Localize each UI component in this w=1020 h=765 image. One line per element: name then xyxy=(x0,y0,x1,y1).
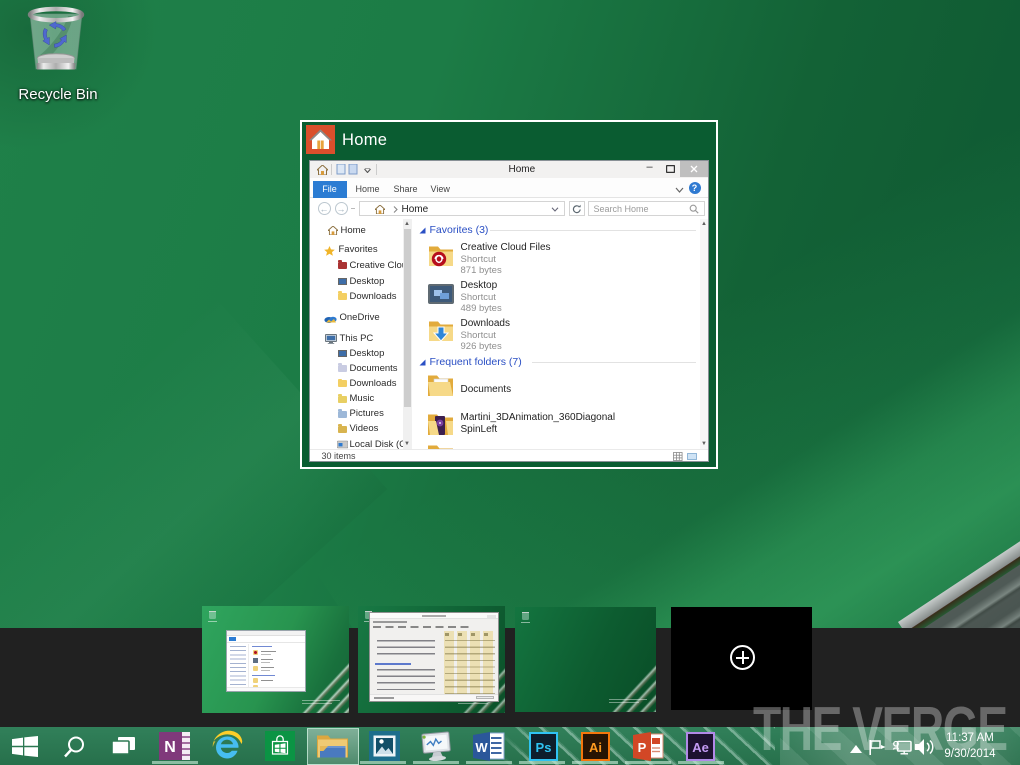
svg-text:Ae: Ae xyxy=(692,740,709,755)
svg-text:N: N xyxy=(164,739,176,756)
svg-text:Ai: Ai xyxy=(589,740,602,755)
svg-text:W: W xyxy=(475,740,488,755)
svg-text:Ps: Ps xyxy=(536,740,552,755)
svg-text:P: P xyxy=(638,740,647,755)
